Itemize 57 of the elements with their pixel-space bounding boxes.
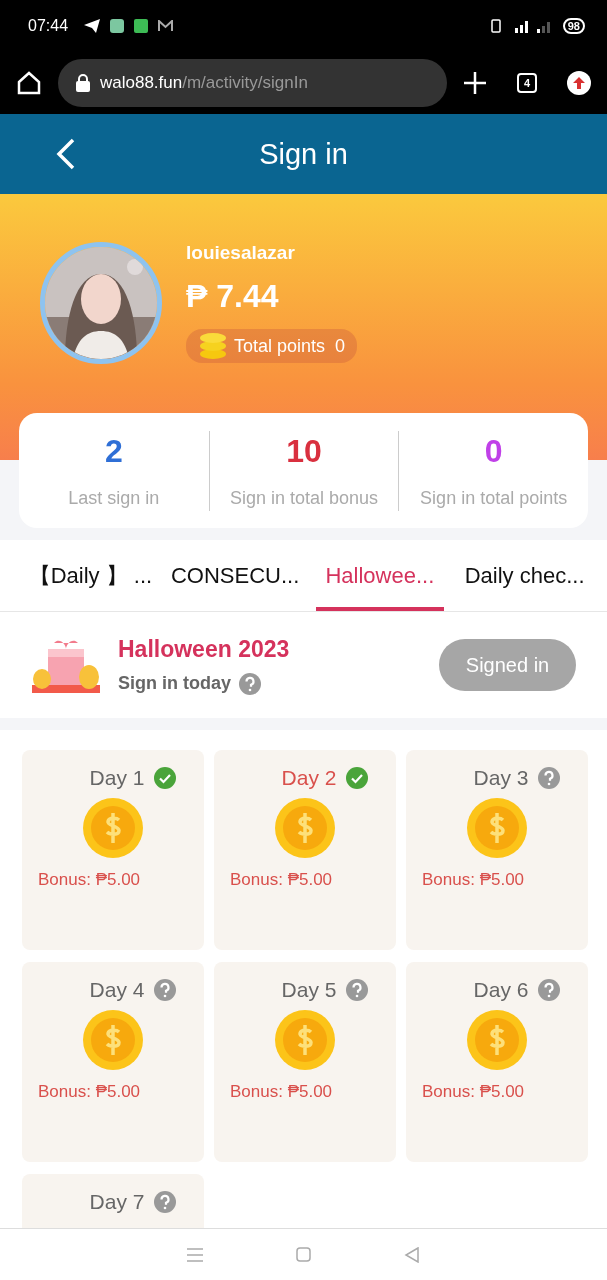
url-text: walo88.fun/m/activity/signIn [100, 73, 308, 93]
day-label: Day 1 [89, 766, 145, 790]
tab[interactable]: Daily chec... [452, 540, 597, 611]
bonus-amount: Bonus: ₱5.00 [38, 1082, 141, 1102]
bonus-amount: Bonus: ₱5.00 [422, 1082, 525, 1102]
stat-label: Sign in total points [420, 487, 568, 509]
day-label: Day 6 [473, 978, 529, 1002]
stat-value: 10 [286, 432, 322, 470]
event-subtitle: Sign in today [118, 673, 231, 694]
day-label: Day 4 [89, 978, 145, 1002]
vibrate-icon [488, 19, 503, 33]
help-icon [154, 979, 177, 1001]
coin-icon [467, 798, 527, 858]
day-label: Day 2 [281, 766, 337, 790]
bonus-amount: Bonus: ₱5.00 [230, 1082, 333, 1102]
balance-amount: ₱ 7.44 [186, 278, 280, 315]
tab-count[interactable]: 4 [517, 73, 537, 93]
tab[interactable]: 【Daily 】 ... [18, 540, 163, 611]
coin-icon [83, 1010, 143, 1070]
coins-icon [200, 332, 226, 360]
tab[interactable]: Hallowee... [307, 540, 453, 611]
help-icon [538, 767, 561, 789]
stat-value: 0 [484, 432, 503, 470]
help-icon [154, 1191, 177, 1213]
day-label: Day 7 [89, 1190, 145, 1214]
page-title: Sign in [259, 137, 348, 171]
coin-icon [467, 1010, 527, 1070]
battery-level: 98 [562, 18, 585, 34]
mail-icon [158, 20, 174, 32]
username: louiesalazar [186, 242, 296, 264]
lock-icon [76, 74, 90, 92]
help-icon [239, 672, 261, 695]
help-icon [538, 979, 561, 1001]
coin-icon [83, 798, 143, 858]
app-icon [134, 19, 149, 33]
signal-icon [512, 19, 553, 33]
event-title: Halloween 2023 [118, 635, 291, 663]
clock-time: 07:44 [28, 17, 69, 35]
points-text: Total points 0 [234, 335, 346, 357]
address-bar[interactable]: walo88.fun/m/activity/signIn [58, 59, 447, 107]
tab[interactable]: CONSECU... [162, 540, 308, 611]
plus-icon[interactable] [463, 71, 487, 95]
stat-label: Sign in total bonus [229, 487, 379, 509]
day-label: Day 5 [281, 978, 337, 1002]
stat-label: Last sign in [68, 487, 160, 509]
coin-icon [275, 798, 335, 858]
upload-icon[interactable] [567, 71, 591, 95]
home-icon[interactable] [16, 70, 42, 96]
coin-icon [275, 1010, 335, 1070]
bonus-amount: Bonus: ₱5.00 [422, 870, 525, 890]
day-label: Day 3 [473, 766, 529, 790]
help-icon [346, 979, 369, 1001]
stat-value: 2 [104, 432, 123, 470]
send-icon [84, 19, 101, 33]
bonus-amount: Bonus: ₱5.00 [38, 870, 141, 890]
app-icon [110, 19, 125, 33]
bonus-amount: Bonus: ₱5.00 [230, 870, 333, 890]
